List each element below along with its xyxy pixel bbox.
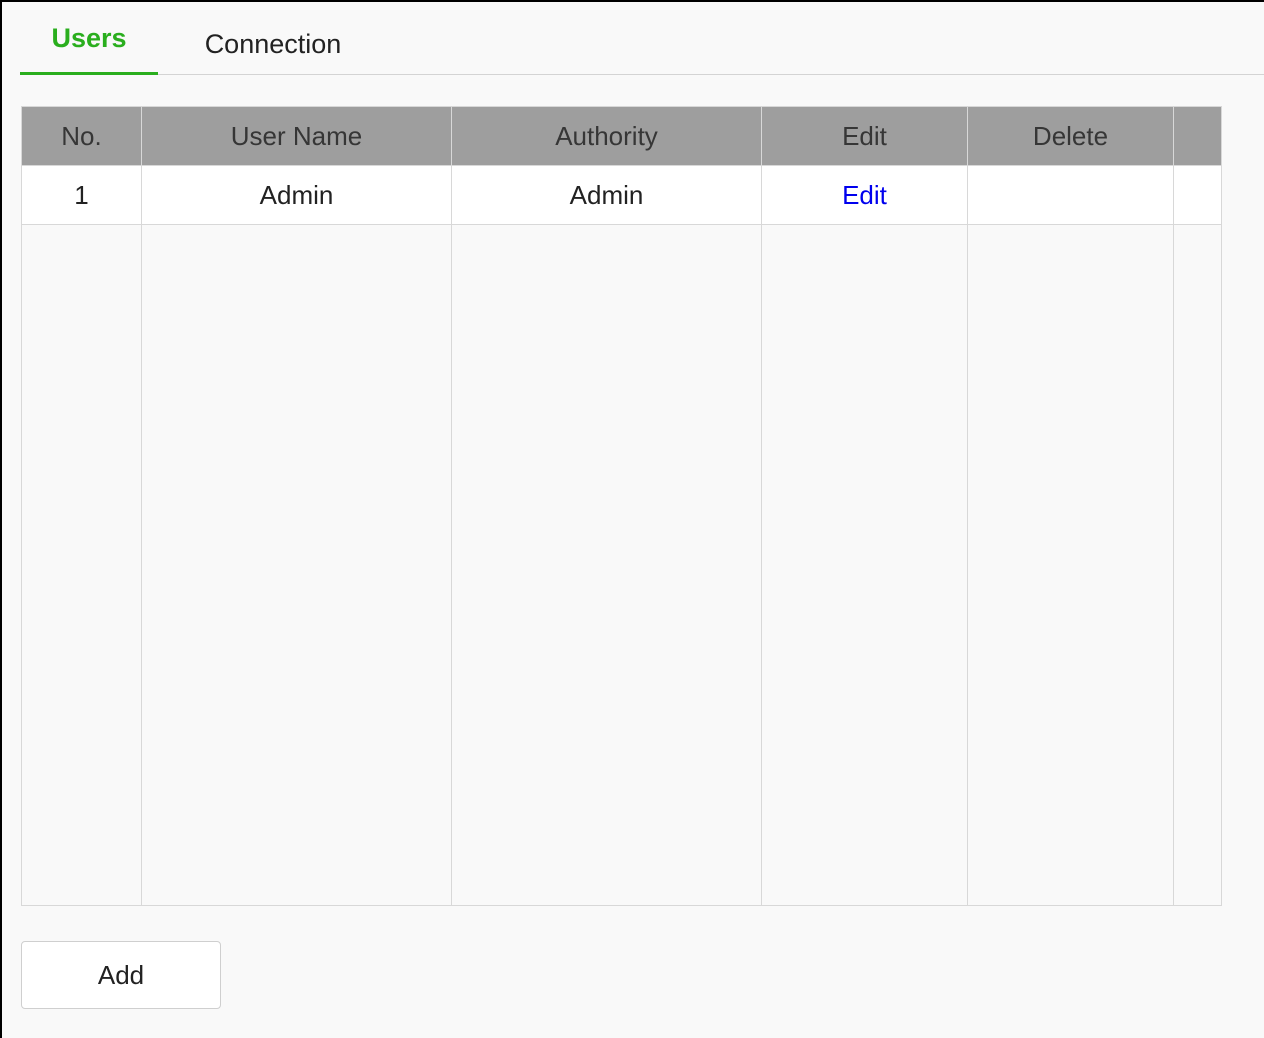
cell-scroll-gutter bbox=[1173, 165, 1222, 225]
empty-cell bbox=[967, 224, 1174, 906]
edit-user-link[interactable]: Edit bbox=[842, 180, 887, 210]
column-header-user-name: User Name bbox=[141, 106, 452, 166]
tab-connection[interactable]: Connection bbox=[178, 7, 368, 73]
tab-users[interactable]: Users bbox=[20, 7, 158, 75]
column-header-authority: Authority bbox=[451, 106, 762, 166]
cell-edit: Edit bbox=[761, 165, 968, 225]
empty-cell bbox=[21, 224, 142, 906]
table-row: 1 Admin Admin Edit bbox=[21, 165, 1222, 225]
cell-authority: Admin bbox=[451, 165, 762, 225]
users-table: No. User Name Authority Edit Delete 1 Ad… bbox=[21, 106, 1222, 906]
cell-user-name: Admin bbox=[141, 165, 452, 225]
add-user-button[interactable]: Add bbox=[21, 941, 221, 1009]
column-header-edit: Edit bbox=[761, 106, 968, 166]
empty-cell bbox=[141, 224, 452, 906]
empty-table-area bbox=[21, 224, 1222, 906]
empty-cell bbox=[1173, 224, 1222, 906]
cell-no: 1 bbox=[21, 165, 142, 225]
cell-delete bbox=[967, 165, 1174, 225]
column-header-scroll-gutter bbox=[1173, 106, 1222, 166]
column-header-delete: Delete bbox=[967, 106, 1174, 166]
column-header-no: No. bbox=[21, 106, 142, 166]
empty-cell bbox=[761, 224, 968, 906]
empty-cell bbox=[451, 224, 762, 906]
users-settings-panel: Users Connection No. User Name Authority… bbox=[0, 0, 1264, 1038]
table-header-row: No. User Name Authority Edit Delete bbox=[21, 106, 1222, 166]
tab-bar: Users Connection bbox=[20, 7, 1264, 75]
